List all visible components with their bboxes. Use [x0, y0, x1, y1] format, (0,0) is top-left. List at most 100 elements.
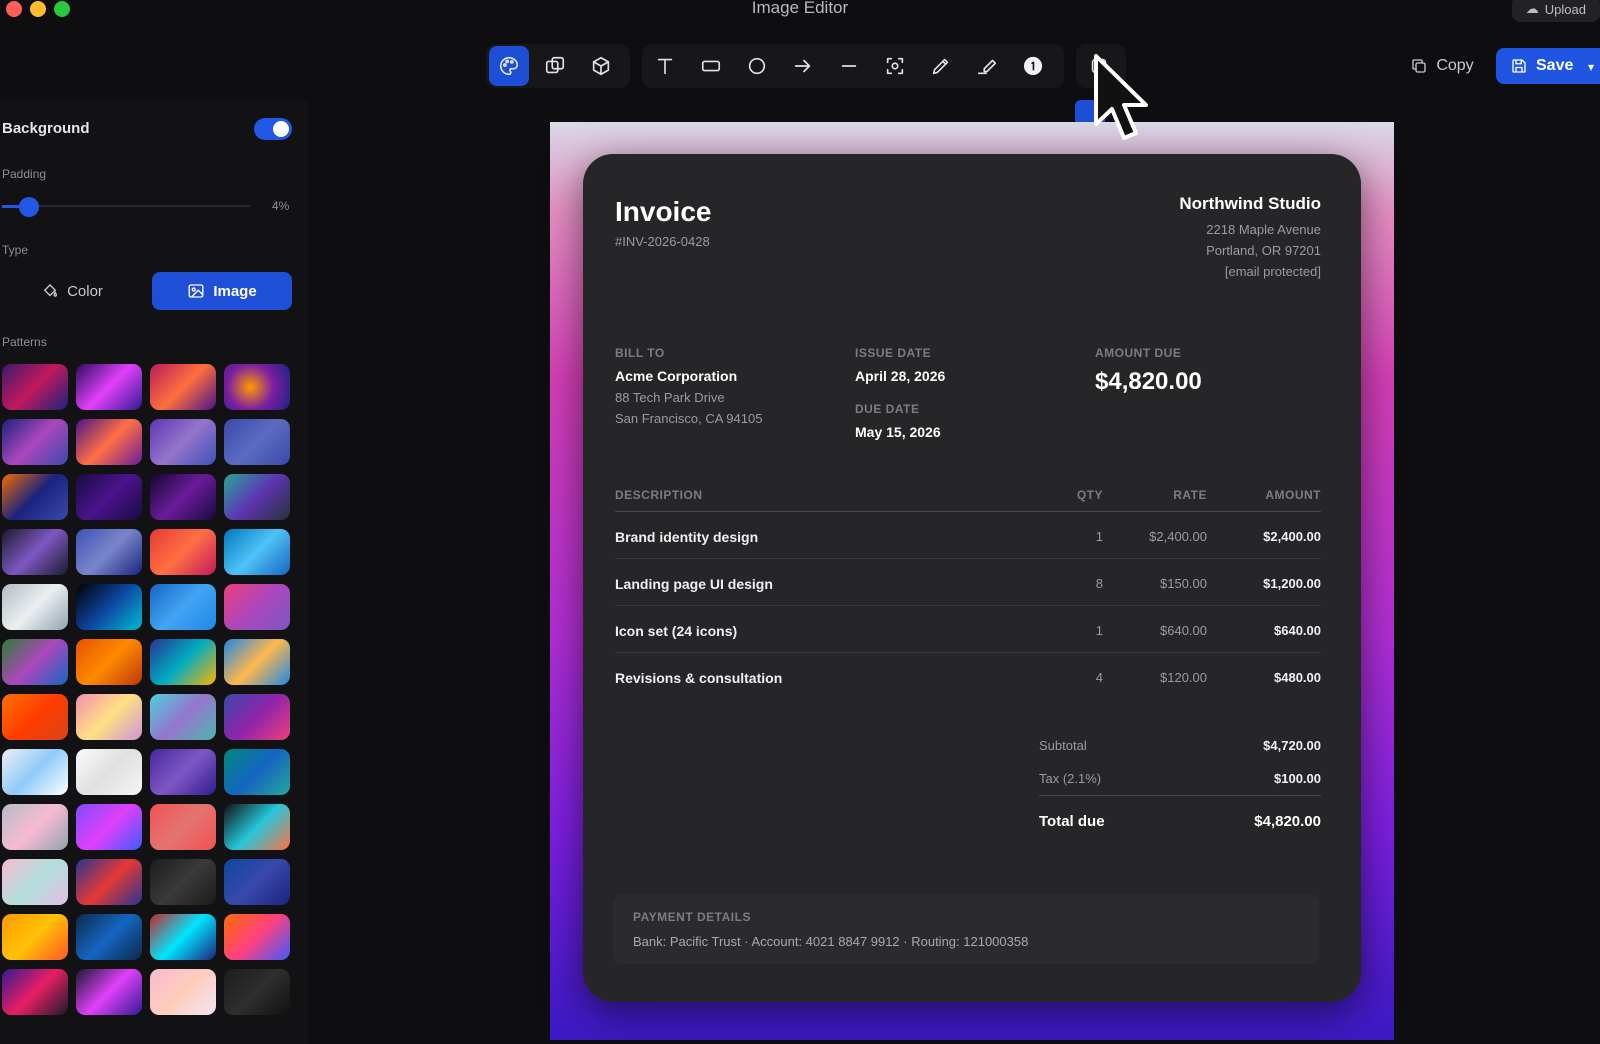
- pattern-swatch[interactable]: [2, 419, 68, 465]
- pattern-swatch[interactable]: [2, 584, 68, 630]
- item-description: Brand identity design: [615, 529, 759, 545]
- pattern-swatch[interactable]: [2, 364, 68, 410]
- pattern-swatch[interactable]: [224, 529, 290, 575]
- text-tool[interactable]: [645, 46, 685, 86]
- row-divider: [615, 652, 1321, 653]
- company-name: Northwind Studio: [1179, 194, 1321, 213]
- background-tool[interactable]: [489, 46, 529, 86]
- highlighter-tool[interactable]: [967, 46, 1007, 86]
- pattern-swatch[interactable]: [2, 914, 68, 960]
- amount-due-label: AMOUNT DUE: [1095, 346, 1182, 360]
- pattern-swatch[interactable]: [150, 859, 216, 905]
- pattern-swatch[interactable]: [2, 969, 68, 1015]
- pattern-swatch[interactable]: [224, 804, 290, 850]
- pattern-swatch[interactable]: [150, 364, 216, 410]
- pattern-swatch[interactable]: [76, 639, 142, 685]
- pen-icon: [932, 58, 949, 75]
- company-address-line1: 2218 Maple Avenue: [1206, 222, 1321, 237]
- focus-tool[interactable]: [875, 46, 915, 86]
- type-color-button[interactable]: Color: [2, 272, 142, 310]
- pattern-swatch[interactable]: [224, 364, 290, 410]
- line-tool[interactable]: [829, 46, 869, 86]
- line-icon: [841, 65, 857, 67]
- pattern-swatch[interactable]: [2, 859, 68, 905]
- pattern-swatch[interactable]: [150, 474, 216, 520]
- padding-slider-handle[interactable]: [19, 197, 39, 217]
- col-amount-header: AMOUNT: [1265, 488, 1321, 502]
- background-label: Background: [2, 120, 90, 137]
- pattern-swatch[interactable]: [76, 914, 142, 960]
- client-name: Acme Corporation: [615, 368, 738, 384]
- pattern-swatch[interactable]: [76, 969, 142, 1015]
- pattern-swatch[interactable]: [2, 529, 68, 575]
- number-tool[interactable]: [1013, 46, 1053, 86]
- pattern-swatch[interactable]: [150, 749, 216, 795]
- pattern-swatch[interactable]: [150, 969, 216, 1015]
- pattern-swatch[interactable]: [224, 584, 290, 630]
- amount-due: $4,820.00: [1095, 368, 1202, 395]
- item-qty: 1: [1095, 529, 1103, 544]
- save-button[interactable]: Save: [1496, 48, 1600, 84]
- pattern-swatch[interactable]: [76, 859, 142, 905]
- pattern-swatch[interactable]: [224, 639, 290, 685]
- item-amount: $1,200.00: [1263, 576, 1321, 591]
- pattern-swatch[interactable]: [150, 804, 216, 850]
- pattern-swatch[interactable]: [150, 914, 216, 960]
- pattern-swatch[interactable]: [76, 749, 142, 795]
- pattern-swatch[interactable]: [150, 584, 216, 630]
- pattern-swatch[interactable]: [76, 584, 142, 630]
- upload-button[interactable]: ☁ Upload: [1511, 0, 1600, 22]
- item-rate: $640.00: [1160, 623, 1207, 638]
- pattern-swatch[interactable]: [2, 804, 68, 850]
- pattern-swatch[interactable]: [150, 694, 216, 740]
- subtotal-label: Subtotal: [1039, 738, 1087, 753]
- client-address-line2: San Francisco, CA 94105: [615, 411, 763, 426]
- issue-date-label: ISSUE DATE: [855, 346, 932, 360]
- pattern-swatch[interactable]: [224, 859, 290, 905]
- pattern-swatch[interactable]: [150, 529, 216, 575]
- pattern-swatch[interactable]: [224, 694, 290, 740]
- pattern-swatch[interactable]: [150, 639, 216, 685]
- copy-button[interactable]: Copy: [1400, 50, 1484, 82]
- pattern-swatch[interactable]: [76, 694, 142, 740]
- pattern-swatch[interactable]: [76, 529, 142, 575]
- 3d-tool[interactable]: [581, 46, 621, 86]
- pattern-swatch[interactable]: [76, 419, 142, 465]
- toolbar-background-group: [486, 44, 630, 88]
- item-rate: $2,400.00: [1149, 529, 1207, 544]
- issue-date: April 28, 2026: [855, 368, 946, 384]
- pattern-swatch[interactable]: [150, 419, 216, 465]
- save-icon: [1512, 59, 1526, 73]
- pattern-swatch[interactable]: [76, 474, 142, 520]
- patterns-label: Patterns: [2, 335, 47, 349]
- total-label: Total due: [1039, 813, 1105, 830]
- pattern-swatch[interactable]: [224, 969, 290, 1015]
- item-qty: 4: [1095, 670, 1103, 685]
- save-label: Save: [1536, 57, 1574, 74]
- company-address-line2: Portland, OR 97201: [1206, 243, 1321, 258]
- pattern-swatch[interactable]: [2, 749, 68, 795]
- tax-value: $100.00: [1274, 771, 1321, 786]
- circle-tool[interactable]: [737, 46, 777, 86]
- padding-slider-track[interactable]: [2, 205, 250, 207]
- pattern-swatch[interactable]: [224, 419, 290, 465]
- chevron-down-icon[interactable]: ▾: [1588, 60, 1594, 74]
- background-toggle[interactable]: [254, 118, 292, 140]
- focus-icon: [886, 57, 904, 75]
- pattern-swatch[interactable]: [2, 639, 68, 685]
- pattern-swatch[interactable]: [76, 804, 142, 850]
- pen-tool[interactable]: [921, 46, 961, 86]
- arrow-tool[interactable]: [783, 46, 823, 86]
- pattern-swatch[interactable]: [224, 474, 290, 520]
- rectangle-tool[interactable]: [691, 46, 731, 86]
- type-image-button[interactable]: Image: [152, 272, 292, 310]
- pattern-swatch[interactable]: [224, 749, 290, 795]
- row-divider: [615, 605, 1321, 606]
- pattern-swatch[interactable]: [76, 364, 142, 410]
- image-icon: [188, 284, 204, 298]
- pattern-swatch[interactable]: [2, 694, 68, 740]
- totals-divider: [1039, 795, 1321, 796]
- crop-tool[interactable]: [535, 46, 575, 86]
- pattern-swatch[interactable]: [2, 474, 68, 520]
- pattern-swatch[interactable]: [224, 914, 290, 960]
